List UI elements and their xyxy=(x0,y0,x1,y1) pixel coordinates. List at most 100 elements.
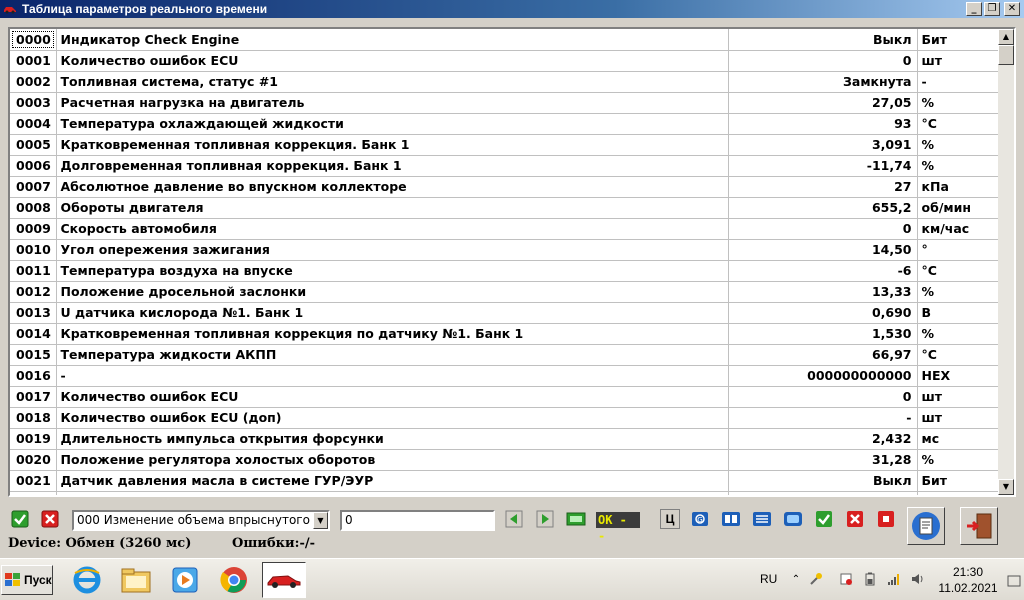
table-row[interactable]: 0014 Кратковременная топливная коррекция … xyxy=(10,323,998,345)
param-id: 0019 xyxy=(10,428,57,450)
report-button[interactable] xyxy=(907,507,945,545)
table-row[interactable]: 0008 Обороты двигателя 655,2 об/мин xyxy=(10,197,998,219)
tray-network-icon[interactable] xyxy=(886,571,902,587)
error-status: Ошибки:-/- xyxy=(232,536,315,551)
param-id: 0010 xyxy=(10,239,57,261)
param-value: 0,690 xyxy=(728,302,918,324)
calibrate-button[interactable]: G xyxy=(690,509,710,529)
accept-button[interactable] xyxy=(10,509,30,529)
table-row[interactable]: 0011 Температура воздуха на впуске -6 °C xyxy=(10,260,998,282)
taskbar-explorer[interactable] xyxy=(114,562,158,598)
device-status: Device: Обмен (3260 мс) xyxy=(8,536,192,551)
param-id: 0000 xyxy=(10,29,57,51)
clock-date: 11.02.2021 xyxy=(938,581,998,595)
table-row[interactable]: 0018 Количество ошибок ECU (доп) - шт xyxy=(10,407,998,429)
taskbar-ie[interactable] xyxy=(65,562,109,598)
toolbar: 000 Изменение объема впрыснутого топл ▼ … xyxy=(0,505,1024,545)
vertical-scrollbar[interactable]: ▲ ▼ xyxy=(998,29,1014,495)
reject-button[interactable] xyxy=(845,509,865,529)
table-row[interactable]: 0002 Топливная система, статус #1 Замкнута… xyxy=(10,71,998,93)
param-id: 0017 xyxy=(10,386,57,408)
prev-button[interactable] xyxy=(504,509,524,529)
param-unit: шт xyxy=(917,407,998,429)
tray-security-icon[interactable] xyxy=(838,571,854,587)
param-name: Обороты двигателя xyxy=(56,197,729,219)
scroll-down-button[interactable]: ▼ xyxy=(998,479,1014,495)
list-view-button[interactable] xyxy=(752,509,772,529)
record-button[interactable] xyxy=(876,509,896,529)
restore-button[interactable]: ❐ xyxy=(984,2,1000,16)
command-select-value: 000 Изменение объема впрыснутого топл xyxy=(77,513,330,527)
table-row[interactable]: 0015 Температура жидкости АКПП 66,97 °C xyxy=(10,344,998,366)
param-name: Скорость автомобиля xyxy=(56,218,729,240)
param-name xyxy=(56,491,729,495)
taskbar-chrome[interactable] xyxy=(212,562,256,598)
connection-status-indicator: OK - - xyxy=(596,512,640,543)
scroll-up-button[interactable]: ▲ xyxy=(998,29,1014,45)
minimize-button[interactable]: _ xyxy=(966,2,982,16)
param-unit: °C xyxy=(917,113,998,135)
dual-view-button[interactable] xyxy=(721,509,741,529)
table-row[interactable]: 0016-000000000000 HEX xyxy=(10,365,998,387)
param-unit: Бит xyxy=(917,470,998,492)
table-row[interactable]: 0010 Угол опережения зажигания 14,50 ° xyxy=(10,239,998,261)
param-name: Топливная система, статус #1 xyxy=(56,71,729,93)
media-player-icon xyxy=(172,567,198,593)
table-row[interactable]: 0013 U датчика кислорода №1. Банк 1 0,690 В xyxy=(10,302,998,324)
param-name: Долговременная топливная коррекция. Банк… xyxy=(56,155,729,177)
table-row[interactable]: 0022 xyxy=(10,491,998,495)
table-row[interactable]: 0003 Расчетная нагрузка на двигатель 27,05… xyxy=(10,92,998,114)
table-row[interactable]: 0019 Длительность импульса открытия форсу… xyxy=(10,428,998,450)
param-name: Индикатор Check Engine xyxy=(56,29,729,51)
param-name: Количество ошибок ECU xyxy=(56,50,729,72)
c-button[interactable]: Ц xyxy=(660,509,680,529)
table-row[interactable]: 0020 Положение регулятора холостых оборот… xyxy=(10,449,998,471)
table-row[interactable]: 0017 Количество ошибок ECU 0 шт xyxy=(10,386,998,408)
param-unit: % xyxy=(917,92,998,114)
param-value: 0 xyxy=(728,386,918,408)
next-button[interactable] xyxy=(535,509,555,529)
close-button[interactable]: ✕ xyxy=(1004,2,1020,16)
start-button[interactable]: Пуск xyxy=(1,565,53,595)
param-unit: В xyxy=(917,302,998,324)
table-row[interactable]: 0021 Датчик давления масла в системе ГУР/… xyxy=(10,470,998,492)
param-value: Выкл xyxy=(728,29,918,51)
table-row[interactable]: 0009 Скорость автомобиля 0 км/час xyxy=(10,218,998,240)
exit-button[interactable] xyxy=(960,507,998,545)
list-icon xyxy=(753,512,771,526)
value-input[interactable]: 0 xyxy=(340,510,495,531)
table-row[interactable]: 0001 Количество ошибок ECU 0 шт xyxy=(10,50,998,72)
table-row[interactable]: 0004 Температура охлаждающей жидкости 93 °C xyxy=(10,113,998,135)
tray-volume-icon[interactable] xyxy=(910,571,926,587)
clock[interactable]: 21:30 11.02.2021 xyxy=(938,564,998,596)
table-row[interactable]: 0006 Долговременная топливная коррекция. … xyxy=(10,155,998,177)
confirm-button[interactable] xyxy=(814,509,834,529)
scroll-thumb[interactable] xyxy=(998,45,1014,65)
reject-icon xyxy=(847,511,863,527)
command-select[interactable]: 000 Изменение объема впрыснутого топл ▼ xyxy=(72,510,330,531)
rect-button[interactable] xyxy=(783,509,803,529)
parameter-table: 0000 Индикатор Check Engine Выкл Бит 0001 Кол… xyxy=(10,29,998,495)
param-value: 0 xyxy=(728,50,918,72)
table-row[interactable]: 0000 Индикатор Check Engine Выкл Бит xyxy=(10,29,998,51)
taskbar-media-player[interactable] xyxy=(163,562,207,598)
taskbar-diagnostic-app[interactable] xyxy=(262,562,306,598)
folder-icon xyxy=(121,568,151,593)
param-name: Расчетная нагрузка на двигатель xyxy=(56,92,729,114)
app-car-icon xyxy=(2,2,18,16)
eco-button[interactable] xyxy=(566,509,586,529)
tray-expand-icon[interactable]: ⌃ xyxy=(788,571,804,587)
param-name: Температура воздуха на впуске xyxy=(56,260,729,282)
next-icon xyxy=(536,510,554,528)
param-value: 13,33 xyxy=(728,281,918,303)
cancel-button[interactable] xyxy=(40,509,60,529)
language-indicator[interactable]: RU xyxy=(760,572,777,586)
table-row[interactable]: 0005 Кратковременная топливная коррекция.… xyxy=(10,134,998,156)
tray-tools-icon[interactable] xyxy=(808,571,824,587)
chevron-down-icon[interactable]: ▼ xyxy=(313,512,328,529)
tray-battery-icon[interactable] xyxy=(862,571,878,587)
table-row[interactable]: 0007 Абсолютное давление во впускном колл… xyxy=(10,176,998,198)
param-value: 000000000000 xyxy=(728,365,918,387)
notification-icon[interactable] xyxy=(1006,573,1022,589)
table-row[interactable]: 0012 Положение дросельной заслонки 13,33% xyxy=(10,281,998,303)
